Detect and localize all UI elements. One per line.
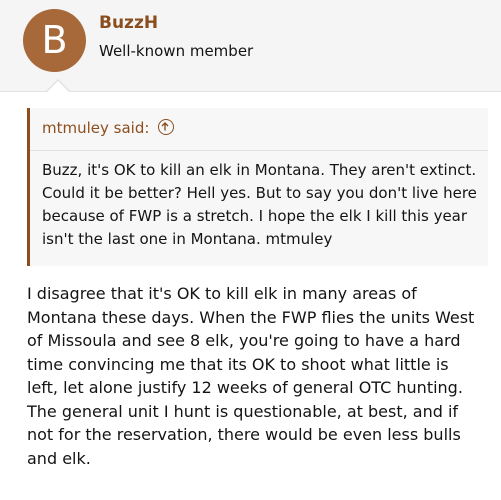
quote-line: Could it be better? Hell yes. But to say…: [42, 184, 477, 202]
quote-attribution[interactable]: mtmuley said:: [42, 119, 175, 137]
avatar[interactable]: B: [23, 9, 86, 72]
quote-block: mtmuley said: Buzz, it's OK to kill an e…: [27, 108, 488, 266]
speech-arrow-fill: [46, 81, 70, 93]
post-author-header: B BuzzH Well-known member: [0, 0, 501, 92]
post-message-body: I disagree that it's OK to kill elk in m…: [27, 282, 497, 470]
post-line: not for the reservation, there would be …: [27, 425, 461, 444]
post-line: time convincing me that its OK to shoot …: [27, 354, 449, 374]
user-title: Well-known member: [99, 42, 254, 60]
quote-line: isn't the last one in Montana. mtmuley: [42, 230, 333, 248]
post-line: I disagree that it's OK to kill elk in m…: [27, 284, 417, 303]
post-line: and elk.: [27, 448, 91, 468]
quote-text: Buzz, it's OK to kill an elk in Montana.…: [42, 159, 487, 251]
username-link[interactable]: BuzzH: [99, 13, 158, 33]
quote-line: because of FWP is a stretch. I hope the …: [42, 207, 468, 225]
post-line: left, let alone justify 12 weeks of gene…: [27, 378, 463, 397]
arrow-up-circle-icon[interactable]: [158, 119, 175, 135]
post-line: Montana these days. When the FWP flies t…: [27, 307, 475, 327]
quote-line: Buzz, it's OK to kill an elk in Montana.…: [42, 161, 477, 179]
post-line: of Missoula and see 8 elk, you're going …: [27, 331, 461, 350]
forum-post: B BuzzH Well-known member mtmuley said: …: [0, 0, 501, 500]
quote-author-label[interactable]: mtmuley said:: [42, 119, 149, 137]
quote-divider: [30, 150, 488, 151]
post-line: The general unit I hunt is questionable,…: [27, 401, 459, 421]
